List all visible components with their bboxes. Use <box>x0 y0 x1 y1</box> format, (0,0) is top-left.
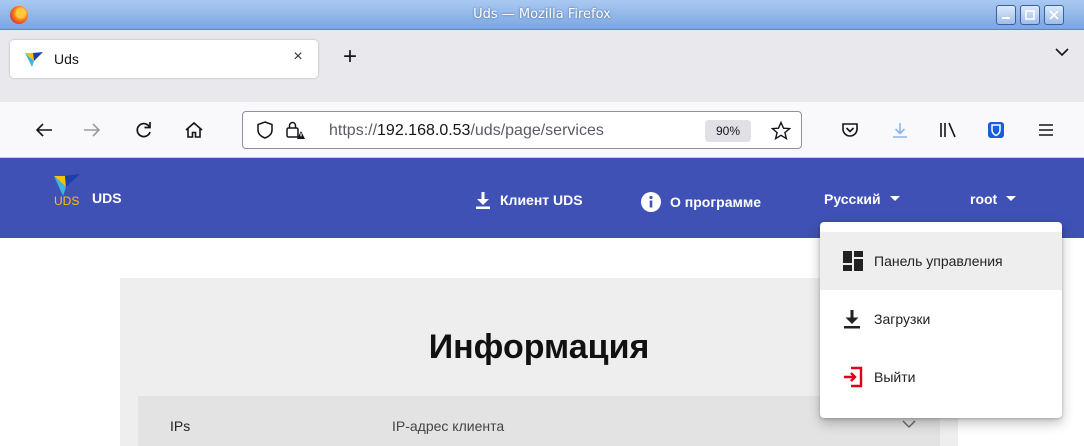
menu-item-label: Панель управления <box>874 253 1003 269</box>
menu-item-logout[interactable]: Выйти <box>820 348 1062 406</box>
download-icon <box>844 310 860 329</box>
logout-icon <box>844 366 863 388</box>
home-button[interactable] <box>180 116 208 144</box>
download-arrow-icon <box>893 123 907 138</box>
insecure-lock-icon[interactable] <box>285 120 305 140</box>
language-dropdown[interactable]: Русский <box>824 191 901 207</box>
home-icon <box>185 121 203 138</box>
address-bar[interactable]: https://192.168.0.53/uds/page/services 9… <box>242 111 802 149</box>
user-dropdown[interactable]: root <box>970 191 1017 207</box>
close-window-button[interactable] <box>1044 5 1064 25</box>
tab-close-button[interactable]: × <box>288 48 308 68</box>
uds-logo-text: UDS <box>54 194 80 208</box>
downloads-button[interactable] <box>886 116 914 144</box>
bitwarden-extension-button[interactable] <box>982 116 1010 144</box>
reload-icon <box>136 122 151 138</box>
back-button[interactable] <box>30 116 58 144</box>
uds-logo[interactable]: UDS <box>52 172 82 211</box>
new-tab-button[interactable]: + <box>336 44 364 72</box>
tab-strip: Uds × + <box>0 30 1084 102</box>
pocket-icon <box>842 123 858 137</box>
menu-item-dashboard[interactable]: Панель управления <box>820 232 1062 290</box>
about-label: О программе <box>670 194 762 210</box>
about-link[interactable]: О программе <box>640 191 761 213</box>
back-arrow-icon <box>35 123 52 137</box>
bitwarden-shield-icon <box>988 122 1004 138</box>
tracking-protection-shield-icon[interactable] <box>257 121 273 139</box>
library-icon <box>940 122 956 138</box>
download-icon <box>476 192 490 209</box>
chevron-down-icon[interactable] <box>902 420 916 428</box>
menu-item-label: Выйти <box>874 369 916 385</box>
uds-favicon-icon <box>25 52 43 67</box>
info-icon <box>641 192 661 212</box>
navigation-toolbar: https://192.168.0.53/uds/page/services 9… <box>0 102 1084 158</box>
uds-client-link[interactable]: Клиент UDS <box>474 191 583 209</box>
tab-uds[interactable]: Uds × <box>10 40 318 78</box>
tab-title: Uds <box>54 51 79 67</box>
close-icon <box>1049 10 1059 20</box>
forward-arrow-icon <box>84 123 101 137</box>
menu-item-label: Загрузки <box>874 311 931 327</box>
minimize-icon <box>1002 17 1010 19</box>
hamburger-menu-icon <box>1039 124 1053 136</box>
window-title-bar: Uds — Mozilla Firefox <box>0 0 1084 30</box>
language-label: Русский <box>824 191 881 207</box>
caret-down-icon <box>1006 196 1017 201</box>
minimize-button[interactable] <box>996 5 1016 25</box>
app-brand[interactable]: UDS <box>92 190 122 206</box>
pocket-button[interactable] <box>836 116 864 144</box>
bookmark-star-icon[interactable] <box>771 121 791 141</box>
zoom-indicator[interactable]: 90% <box>705 120 751 142</box>
url-text[interactable]: https://192.168.0.53/uds/page/services <box>329 122 604 140</box>
reload-button[interactable] <box>130 116 158 144</box>
user-label: root <box>970 191 998 207</box>
maximize-icon <box>1025 10 1035 20</box>
library-button[interactable] <box>934 116 962 144</box>
caret-down-icon <box>889 196 900 201</box>
window-title: Uds — Mozilla Firefox <box>473 7 611 22</box>
info-row-key: IPs <box>170 418 191 434</box>
info-row-value: IP-адрес клиента <box>392 418 505 434</box>
menu-item-downloads[interactable]: Загрузки <box>820 290 1062 348</box>
app-menu-button[interactable] <box>1032 116 1060 144</box>
user-dropdown-menu: Панель управления Загрузки Выйти <box>820 222 1062 418</box>
list-all-tabs-chevron-icon[interactable] <box>1054 46 1070 58</box>
uds-client-label: Клиент UDS <box>500 192 583 208</box>
dashboard-icon <box>843 251 863 271</box>
maximize-button[interactable] <box>1020 5 1040 25</box>
forward-button[interactable] <box>78 116 106 144</box>
